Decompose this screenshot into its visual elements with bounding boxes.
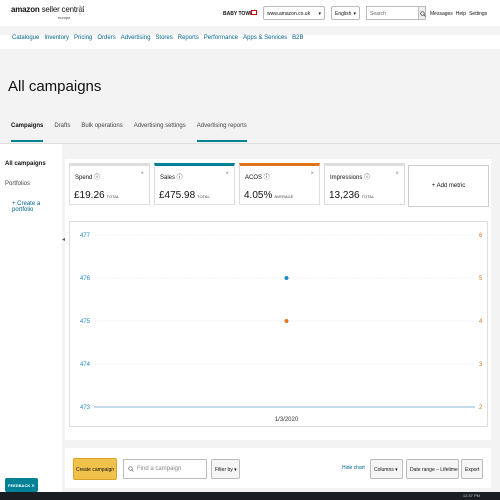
tab-drafts[interactable]: Drafts bbox=[54, 120, 70, 142]
sidebar: All campaigns Portfolios + Create a port… bbox=[0, 144, 62, 500]
page-title: All campaigns bbox=[8, 78, 102, 95]
search-input[interactable]: Search bbox=[366, 6, 418, 20]
nav-reports[interactable]: Reports bbox=[178, 35, 199, 49]
metric-value: £475.98 TOTAL bbox=[159, 190, 210, 201]
language-value: English bbox=[335, 11, 352, 17]
caret-down-icon: ▾ bbox=[353, 11, 356, 17]
find-campaign-placeholder: Find a campaign bbox=[137, 466, 182, 472]
nav-orders[interactable]: Orders bbox=[97, 35, 115, 49]
metric-card-impressions[interactable]: Impressions ⓘ × 13,236 TOTAL bbox=[324, 163, 405, 205]
nav-advertising[interactable]: Advertising bbox=[121, 35, 151, 49]
flag-icon[interactable] bbox=[79, 5, 85, 15]
logo-region: europe bbox=[58, 15, 71, 20]
metric-value: £19.26 TOTAL bbox=[74, 190, 120, 201]
metric-value: 4.05% AVERAGE bbox=[244, 190, 294, 201]
metric-label: Impressions ⓘ bbox=[330, 175, 371, 181]
performance-chart: 477 6 476 5 475 4 474 3 473 2 1/3/2020 bbox=[69, 221, 488, 427]
create-portfolio-link[interactable]: + Create a portfolio bbox=[12, 201, 62, 213]
nav-apps-services[interactable]: Apps & Services bbox=[243, 35, 287, 49]
right-axis-tick: 3 bbox=[479, 362, 483, 368]
language-select[interactable]: English ▾ bbox=[331, 6, 360, 20]
metric-value: 13,236 TOTAL bbox=[329, 190, 375, 201]
main-nav: Catalogue Inventory Pricing Orders Adver… bbox=[0, 35, 500, 49]
campaign-tabs: Campaigns Drafts Bulk operations Adverti… bbox=[0, 120, 500, 142]
seller-central-logo[interactable]: amazon seller central bbox=[11, 5, 84, 14]
close-icon[interactable]: × bbox=[225, 171, 229, 177]
right-axis-tick: 5 bbox=[479, 276, 483, 282]
left-axis-tick: 475 bbox=[80, 319, 91, 325]
search-icon bbox=[420, 11, 426, 17]
logo-light-text: seller central bbox=[39, 5, 85, 14]
store-name: BABY TOWN bbox=[223, 11, 254, 17]
data-point-series-1 bbox=[284, 276, 289, 280]
help-link[interactable]: Help bbox=[456, 11, 466, 17]
marketplace-select[interactable]: www.amazon.co.uk ▾ bbox=[263, 6, 325, 20]
create-campaign-button[interactable]: Create campaign bbox=[73, 458, 117, 480]
left-axis-tick: 476 bbox=[80, 276, 91, 282]
logo-main-text: amazon bbox=[11, 5, 40, 14]
tab-advertising-reports[interactable]: Advertising reports bbox=[196, 120, 247, 142]
close-icon[interactable]: × bbox=[395, 171, 399, 177]
export-button[interactable]: Export bbox=[461, 459, 483, 479]
os-taskbar: 12:37 PM bbox=[0, 492, 500, 500]
top-links: Messages Help Settings bbox=[430, 11, 487, 17]
nav-performance[interactable]: Performance bbox=[204, 35, 238, 49]
feedback-button[interactable]: FEEDBACK ✕ bbox=[5, 478, 38, 492]
add-metric-button[interactable]: + Add metric bbox=[408, 165, 489, 207]
left-axis-tick: 473 bbox=[80, 405, 91, 411]
tab-campaigns[interactable]: Campaigns bbox=[11, 120, 44, 142]
sidebar-item-portfolios[interactable]: Portfolios bbox=[5, 181, 30, 187]
columns-dropdown[interactable]: Columns ▾ bbox=[370, 459, 403, 479]
metric-label: ACOS ⓘ bbox=[245, 175, 270, 181]
find-campaign-input[interactable]: Find a campaign bbox=[123, 459, 207, 479]
tab-bulk-operations[interactable]: Bulk operations bbox=[81, 120, 122, 142]
nav-b2b[interactable]: B2B bbox=[292, 35, 303, 49]
metric-label: Spend ⓘ bbox=[75, 175, 101, 181]
x-axis-tick: 1/3/2020 bbox=[275, 417, 299, 423]
sidebar-item-all-campaigns[interactable]: All campaigns bbox=[5, 161, 46, 167]
right-axis-tick: 6 bbox=[479, 233, 483, 239]
metric-card-spend[interactable]: Spend ⓘ × £19.26 TOTAL bbox=[69, 163, 150, 205]
uk-flag-icon bbox=[251, 10, 257, 15]
nav-inventory[interactable]: Inventory bbox=[44, 35, 69, 49]
filter-by-dropdown[interactable]: Filter by ▾ bbox=[211, 459, 240, 479]
search-icon bbox=[128, 466, 134, 472]
search-button[interactable] bbox=[418, 6, 426, 20]
left-axis-tick: 477 bbox=[80, 233, 91, 239]
close-icon[interactable]: × bbox=[140, 171, 144, 177]
marketplace-value: www.amazon.co.uk bbox=[267, 11, 311, 17]
nav-catalogue[interactable]: Catalogue bbox=[12, 35, 39, 49]
settings-link[interactable]: Settings bbox=[469, 11, 487, 17]
right-axis-tick: 4 bbox=[479, 319, 483, 325]
close-icon[interactable]: × bbox=[310, 171, 314, 177]
date-range-button[interactable]: Date range – Lifetime bbox=[406, 459, 459, 479]
nav-stores[interactable]: Stores bbox=[155, 35, 172, 49]
tabs-divider bbox=[0, 143, 500, 144]
messages-link[interactable]: Messages bbox=[430, 11, 453, 17]
chart-svg: 477 6 476 5 475 4 474 3 473 2 1/3/2020 bbox=[80, 233, 483, 423]
hide-chart-link[interactable]: Hide chart bbox=[342, 465, 365, 471]
metric-label: Sales ⓘ bbox=[160, 175, 183, 181]
metric-card-acos[interactable]: ACOS ⓘ × 4.05% AVERAGE bbox=[239, 163, 320, 205]
top-bar: amazon seller central europe BABY TOWN w… bbox=[0, 0, 500, 26]
nav-pricing[interactable]: Pricing bbox=[74, 35, 92, 49]
caret-down-icon: ▾ bbox=[318, 11, 321, 17]
left-axis-tick: 474 bbox=[80, 362, 91, 368]
tab-advertising-settings[interactable]: Advertising settings bbox=[134, 120, 186, 142]
data-point-series-2 bbox=[284, 319, 289, 323]
campaign-toolbar: Create campaign Find a campaign Filter b… bbox=[65, 448, 491, 488]
taskbar-clock: 12:37 PM bbox=[462, 493, 480, 498]
right-axis-tick: 2 bbox=[479, 405, 483, 411]
metric-card-sales[interactable]: Sales ⓘ × £475.98 TOTAL bbox=[154, 163, 235, 205]
campaign-dashboard: Spend ⓘ × £19.26 TOTAL Sales ⓘ × £475.98 T… bbox=[65, 159, 491, 440]
